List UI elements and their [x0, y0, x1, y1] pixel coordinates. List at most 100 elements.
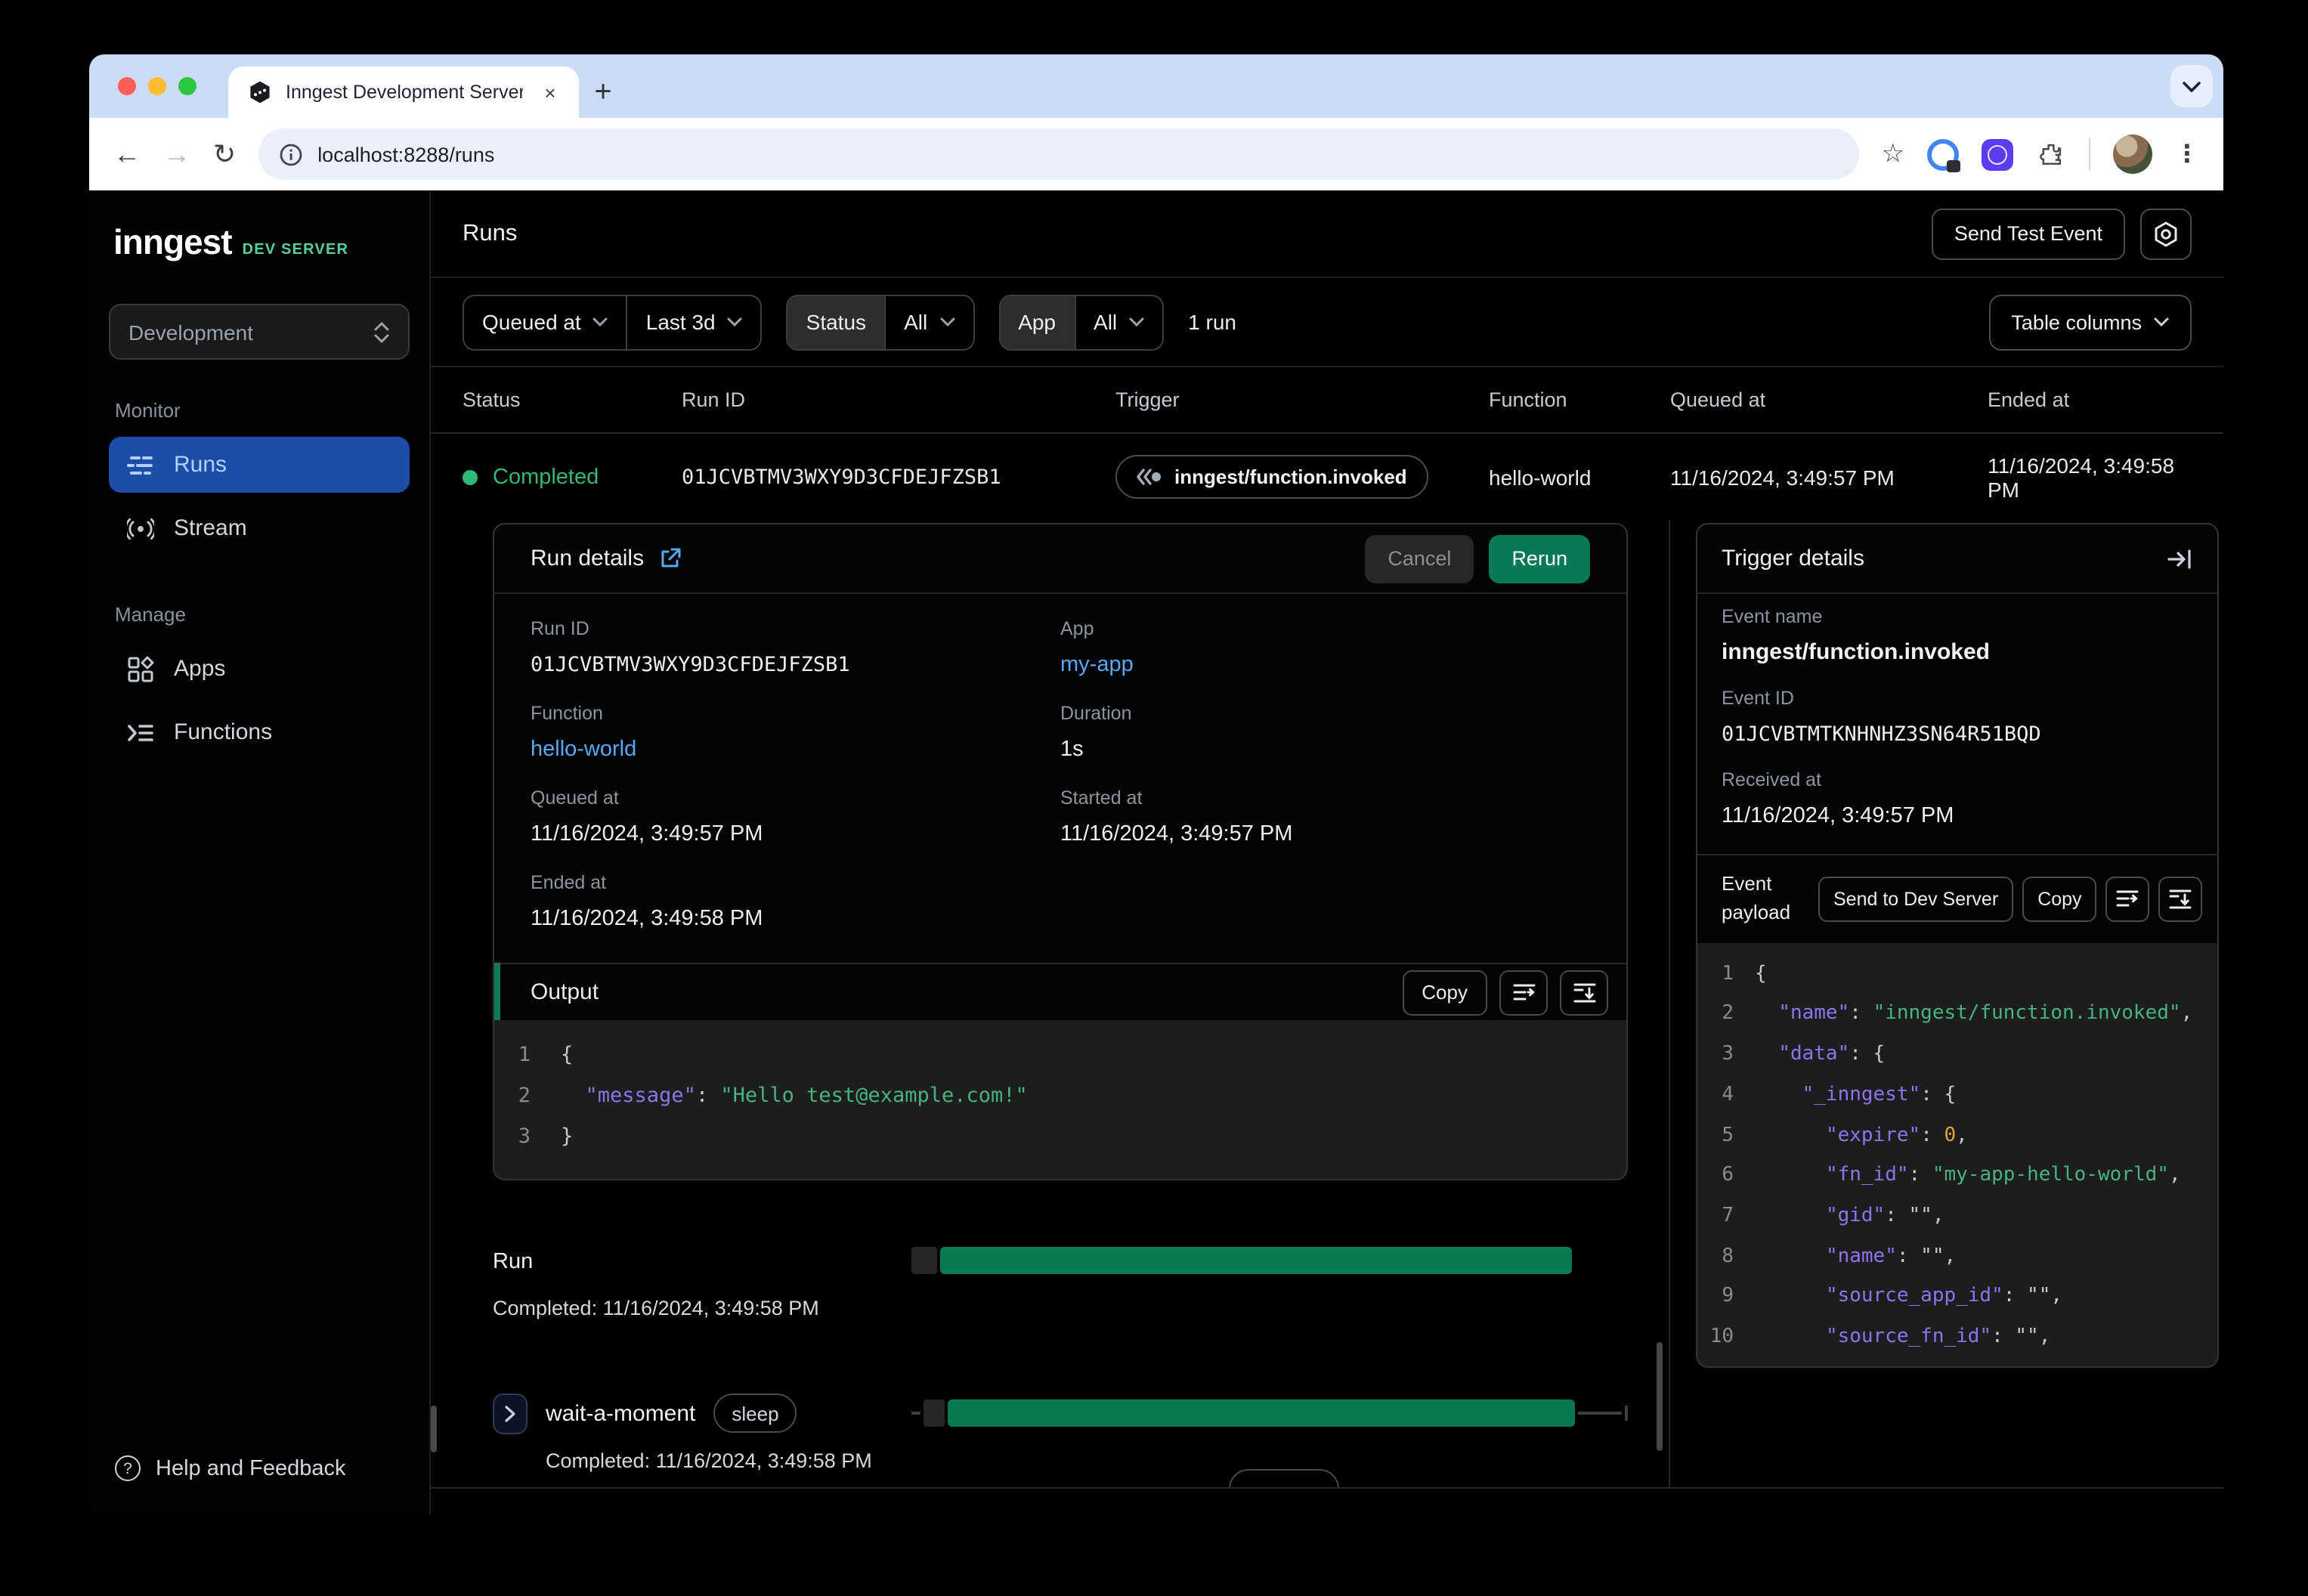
- column-header-status[interactable]: Status: [463, 388, 682, 411]
- timeline-run-row[interactable]: Run: [493, 1241, 1628, 1282]
- code-line: 1{: [1722, 962, 1767, 985]
- zoom-window-button[interactable]: [178, 77, 196, 95]
- status-text: Completed: [493, 465, 599, 489]
- code-line: 10 "source_fn_id": "",: [1709, 1325, 2051, 1349]
- tab-close-icon[interactable]: ×: [537, 79, 564, 106]
- sidebar-item-apps[interactable]: Apps: [109, 641, 410, 697]
- column-header-queued-at[interactable]: Queued at: [1670, 388, 1988, 411]
- code-line: 2 "name": "inngest/function.invoked",: [1722, 1002, 2193, 1025]
- run-completed-text: Completed: 11/16/2024, 3:49:58 PM: [493, 1297, 819, 1319]
- status-dot-icon: [463, 469, 478, 484]
- output-header: Output Copy: [494, 963, 1626, 1020]
- browser-menu-icon[interactable]: ⋮: [2175, 139, 2199, 169]
- logo-row: inngest DEV SERVER: [113, 222, 405, 263]
- password-manager-extension-icon[interactable]: [1927, 138, 1960, 172]
- column-header-trigger[interactable]: Trigger: [1115, 388, 1489, 411]
- app-filter-value[interactable]: All: [1074, 295, 1162, 348]
- status-filter-pill: Status All: [786, 294, 975, 350]
- sidebar-item-stream[interactable]: Stream: [109, 500, 410, 556]
- run-details-fields: Run ID 01JCVBTMV3WXY9D3CFDEJFZSB1 App my…: [494, 594, 1626, 963]
- sidebar-item-label: Functions: [174, 719, 273, 745]
- sidebar-item-functions[interactable]: Functions: [109, 704, 410, 760]
- table-row[interactable]: Completed 01JCVBTMV3WXY9D3CFDEJFZSB1 inn…: [431, 434, 2223, 520]
- run-timeline: Run Completed: 11/16/2024, 3:49:58 PM wa…: [493, 1241, 1628, 1472]
- address-bar[interactable]: localhost:8288/runs: [258, 128, 1859, 180]
- send-test-event-button[interactable]: Send Test Event: [1931, 208, 2125, 259]
- expand-step-button[interactable]: [493, 1393, 527, 1434]
- sidebar-item-runs[interactable]: Runs: [109, 437, 410, 493]
- column-header-function[interactable]: Function: [1489, 388, 1670, 411]
- run-id-cell: 01JCVBTMV3WXY9D3CFDEJFZSB1: [682, 465, 1001, 489]
- environment-select[interactable]: Development: [109, 304, 410, 360]
- profile-avatar[interactable]: [2113, 135, 2152, 174]
- event-payload-code: 1{2 "name": "inngest/function.invoked", 3…: [1697, 942, 2217, 1366]
- field-function: Function hello-world: [531, 703, 1060, 763]
- browser-tab[interactable]: Inngest Development Server ×: [228, 66, 579, 118]
- cancel-button[interactable]: Cancel: [1365, 534, 1474, 583]
- scroll-to-bottom-button[interactable]: [1560, 970, 1608, 1015]
- field-label: Event ID: [1722, 688, 1794, 709]
- url-text: localhost:8288/runs: [317, 143, 495, 165]
- field-ended-at: Ended at 11/16/2024, 3:49:58 PM: [531, 872, 1060, 933]
- payload-scroll-to-bottom-button[interactable]: [2158, 876, 2202, 922]
- reload-icon[interactable]: ↻: [213, 141, 236, 168]
- output-code: 1{2 "message": "Hello test@example.com!"…: [494, 1020, 1626, 1179]
- trigger-fields: Event name inngest/function.invoked Even…: [1697, 594, 2217, 854]
- column-header-run-id[interactable]: Run ID: [682, 388, 1115, 411]
- browser-window: Inngest Development Server × + ← → ↻ loc…: [89, 54, 2223, 1514]
- extensions-puzzle-icon[interactable]: [2036, 139, 2066, 169]
- dev-server-badge: DEV SERVER: [242, 242, 349, 258]
- gear-icon: [2152, 220, 2180, 247]
- trigger-event-pill[interactable]: inngest/function.invoked: [1115, 455, 1428, 499]
- column-header-ended-at[interactable]: Ended at: [1988, 388, 2192, 411]
- details-scrollbar[interactable]: [1657, 1342, 1663, 1451]
- minimize-window-button[interactable]: [148, 77, 166, 95]
- back-icon[interactable]: ←: [113, 141, 141, 168]
- purple-extension-icon[interactable]: [1982, 138, 2013, 170]
- forward-icon[interactable]: →: [163, 141, 190, 168]
- clipped-bottom-button[interactable]: [1229, 1469, 1339, 1487]
- functions-icon: [127, 722, 154, 743]
- apps-icon: [127, 655, 154, 682]
- close-window-button[interactable]: [118, 77, 136, 95]
- filter-row: Queued at Last 3d Status All App All 1 r…: [431, 278, 2223, 367]
- table-columns-button[interactable]: Table columns: [1988, 294, 2192, 350]
- output-actions: Copy: [1402, 970, 1608, 1015]
- time-range-filter[interactable]: Last 3d: [626, 295, 761, 348]
- run-count: 1 run: [1188, 310, 1236, 334]
- app-link[interactable]: my-app: [1060, 651, 1590, 679]
- collapse-panel-icon[interactable]: [2167, 548, 2193, 569]
- function-link[interactable]: hello-world: [531, 736, 1060, 763]
- new-tab-button[interactable]: +: [579, 66, 627, 118]
- help-and-feedback[interactable]: Help and Feedback: [115, 1455, 404, 1481]
- trigger-details-card: Trigger details Event name inngest/funct…: [1696, 523, 2219, 1368]
- field-duration: Duration 1s: [1060, 703, 1590, 763]
- field-label: Run ID: [531, 618, 589, 639]
- external-link-icon[interactable]: [659, 547, 682, 570]
- output-copy-button[interactable]: Copy: [1402, 970, 1487, 1015]
- time-field-filter[interactable]: Queued at: [464, 295, 627, 348]
- scroll-to-bottom-icon: [1573, 982, 1595, 1003]
- header-actions: Send Test Event: [1931, 208, 2192, 259]
- environment-select-value: Development: [128, 320, 253, 344]
- time-field-label: Queued at: [482, 310, 581, 334]
- main-scrollbar[interactable]: [431, 1406, 437, 1452]
- tab-search-chevron-icon[interactable]: [2170, 65, 2213, 107]
- run-details-card: Run details Cancel Rerun Run ID 01JCVBTM…: [493, 523, 1628, 1180]
- sidebar-item-label: Stream: [174, 515, 247, 541]
- app-filter-label: App: [1018, 310, 1057, 334]
- status-filter-value[interactable]: All: [884, 295, 973, 348]
- payload-wrap-lines-button[interactable]: [2105, 876, 2150, 922]
- scroll-to-bottom-icon: [2169, 889, 2192, 910]
- rerun-button[interactable]: Rerun: [1489, 534, 1590, 583]
- send-to-dev-server-button[interactable]: Send to Dev Server: [1818, 876, 2014, 922]
- site-info-icon[interactable]: [280, 143, 302, 165]
- field-run-id: Run ID 01JCVBTMV3WXY9D3CFDEJFZSB1: [531, 618, 1060, 679]
- wrap-lines-button[interactable]: [1499, 970, 1548, 1015]
- field-received-at: Received at 11/16/2024, 3:49:57 PM: [1722, 769, 2193, 830]
- field-label: Duration: [1060, 703, 1132, 724]
- expanded-run-details: Run details Cancel Rerun Run ID 01JCVBTM…: [431, 520, 2223, 1489]
- bookmark-star-icon[interactable]: ☆: [1882, 139, 1905, 169]
- payload-copy-button[interactable]: Copy: [2022, 876, 2097, 922]
- settings-button[interactable]: [2140, 208, 2192, 259]
